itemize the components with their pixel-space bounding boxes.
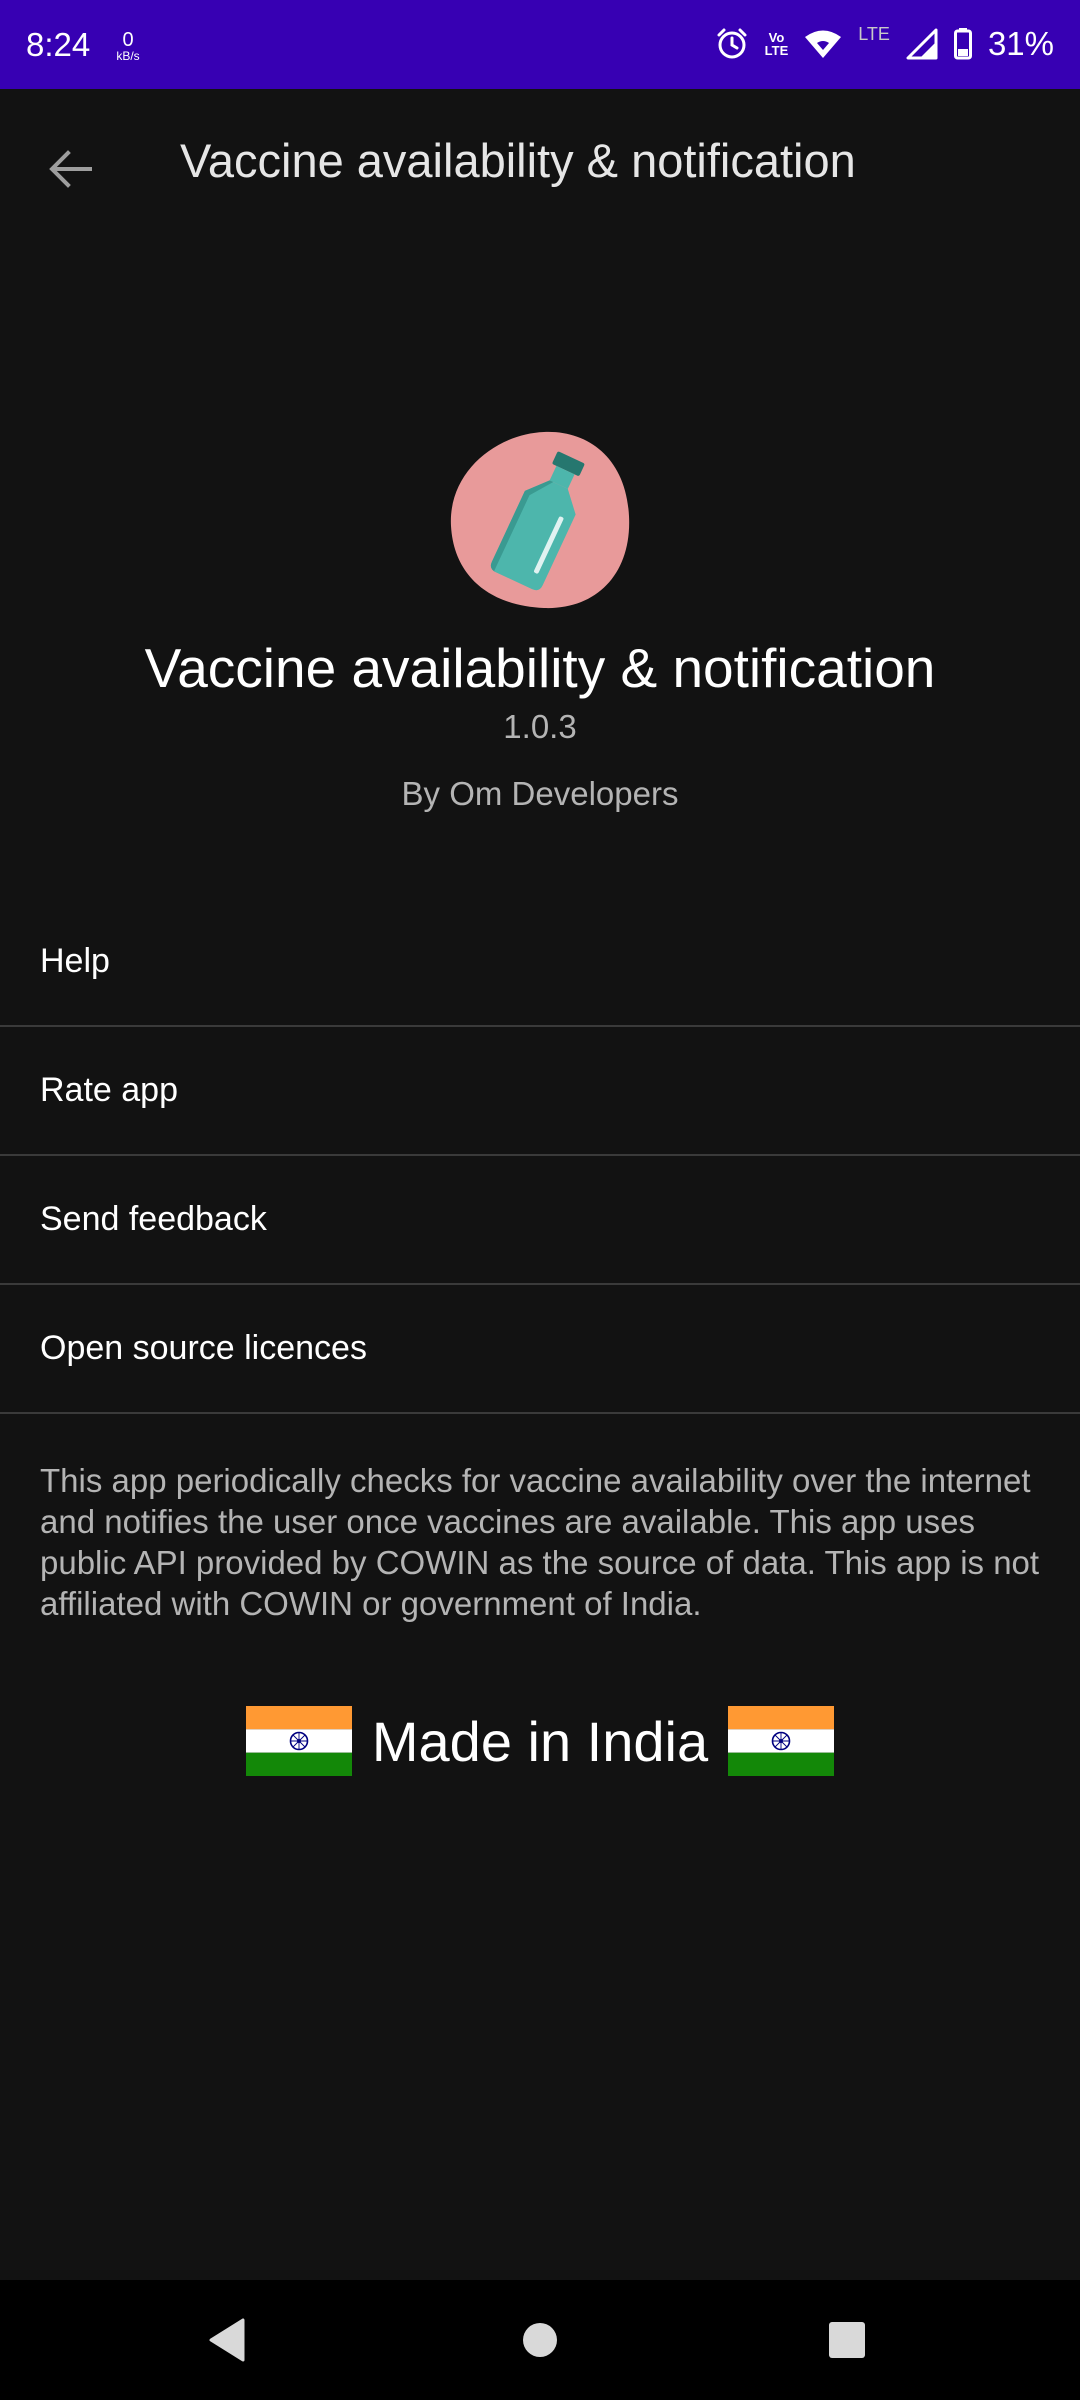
battery-icon [953,28,972,60]
nav-home-icon [523,2323,557,2357]
arrow-back-icon [49,150,92,188]
volte-icon: Vo LTE [765,31,789,57]
about-menu: Help Rate app Send feedback Open source … [0,897,1080,1414]
menu-item-open-source-licences[interactable]: Open source licences [0,1285,1080,1414]
nav-home-button[interactable] [510,2310,570,2370]
alarm-icon [717,28,747,59]
status-icons: Vo LTE LTE 31% [715,24,1054,64]
india-flag-icon [728,1706,835,1776]
lte-label: LTE [858,23,890,44]
developer-name: By Om Developers [401,775,679,812]
vaccine-bottle-icon [450,431,630,609]
status-time: 8:24 [26,26,91,63]
nav-recents-icon [829,2322,865,2358]
nav-back-button[interactable] [197,2310,257,2370]
volte-line2: LTE [764,43,789,58]
signal-icon [906,28,938,60]
network-speed-value: 0 [122,29,134,51]
app-logo [448,428,632,612]
network-speed-unit: kB/s [116,49,140,63]
india-flag-icon [245,1706,352,1776]
nav-back-icon [209,2318,245,2362]
menu-item-send-feedback[interactable]: Send feedback [0,1156,1080,1285]
disclaimer-text: This app periodically checks for vaccine… [40,1462,1040,1622]
made-in-india: Made in India [0,1706,1080,1776]
system-nav-bar [0,2280,1080,2400]
page-title: Vaccine availability & notification [180,134,856,187]
app-name: Vaccine availability & notification [144,637,936,699]
menu-item-rate-app[interactable]: Rate app [0,1027,1080,1156]
app-version: 1.0.3 [503,708,577,745]
wifi-icon [805,30,842,58]
app-bar: Vaccine availability & notification [0,89,1080,233]
network-speed: 0 kB/s [110,30,146,62]
battery-percent: 31% [987,25,1054,62]
made-in-india-text: Made in India [371,1709,709,1773]
menu-item-help[interactable]: Help [0,897,1080,1027]
back-button[interactable] [30,129,110,209]
status-bar: 8:24 0 kB/s Vo LTE LTE 31% [0,0,1080,89]
nav-recents-button[interactable] [817,2310,877,2370]
